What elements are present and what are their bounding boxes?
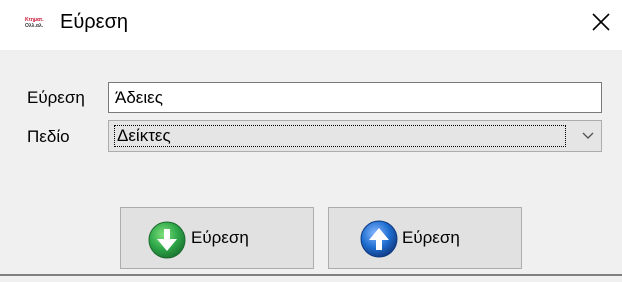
dialog-body: Εύρεση Πεδίο Δείκτες Εύρεση <box>0 50 622 282</box>
find-previous-button[interactable]: Εύρεση <box>328 207 522 269</box>
field-dropdown-value: Δείκτες <box>114 125 566 147</box>
title-bar: Κτηματ. Ολλ.αλ. Εύρεση <box>0 0 622 50</box>
field-label: Πεδίο <box>27 127 70 146</box>
divider <box>0 274 622 276</box>
app-logo-line-2: Ολλ.αλ. <box>25 23 44 29</box>
find-previous-label: Εύρεση <box>402 228 460 247</box>
app-logo-icon: Κτηματ. Ολλ.αλ. <box>25 14 52 32</box>
window-title: Εύρεση <box>60 11 129 33</box>
arrow-up-circle-icon <box>360 220 398 258</box>
find-next-button[interactable]: Εύρεση <box>120 207 314 269</box>
find-label: Εύρεση <box>27 88 85 107</box>
close-icon <box>592 13 610 31</box>
close-button[interactable] <box>584 6 618 38</box>
find-input[interactable] <box>108 82 602 113</box>
arrow-down-circle-icon <box>148 221 186 259</box>
field-dropdown[interactable]: Δείκτες <box>108 120 602 152</box>
chevron-down-icon <box>579 128 597 144</box>
find-next-label: Εύρεση <box>191 228 249 247</box>
